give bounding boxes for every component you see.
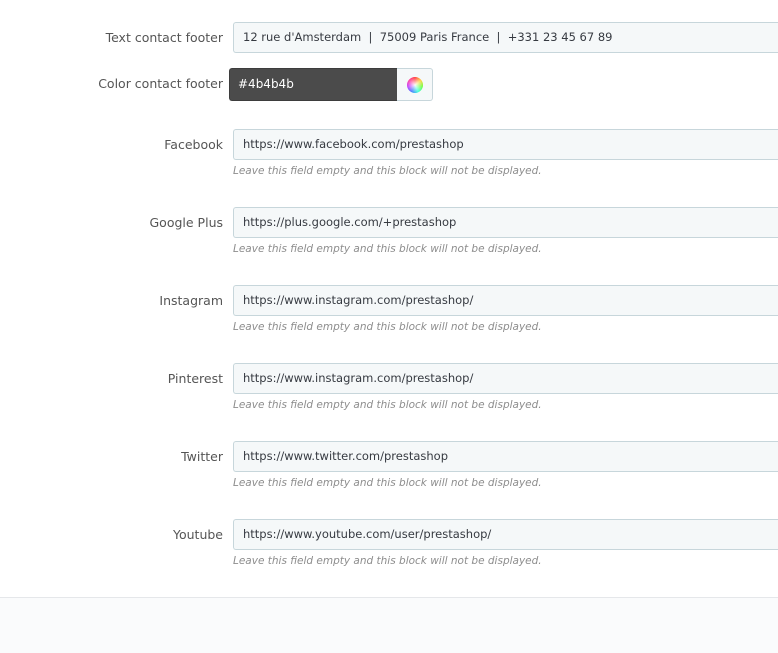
instagram-url-input[interactable]: https://www.instagram.com/prestashop/ — [233, 285, 778, 316]
google-plus-help-text: Leave this field empty and this block wi… — [233, 243, 542, 255]
color-picker-button[interactable] — [397, 68, 433, 101]
facebook-label: Facebook — [164, 137, 223, 152]
pinterest-label: Pinterest — [167, 371, 223, 386]
facebook-help-text: Leave this field empty and this block wi… — [233, 165, 542, 177]
text-contact-footer-input[interactable]: 12 rue d'Amsterdam | 75009 Paris France … — [233, 22, 778, 53]
panel-footer — [0, 598, 778, 653]
youtube-help-text: Leave this field empty and this block wi… — [233, 555, 542, 567]
color-picker: #4b4b4b — [229, 68, 433, 101]
color-wheel-icon — [406, 76, 423, 93]
pinterest-help-text: Leave this field empty and this block wi… — [233, 399, 542, 411]
google-plus-url-input[interactable]: https://plus.google.com/+prestashop — [233, 207, 778, 238]
facebook-url-input[interactable]: https://www.facebook.com/prestashop — [233, 129, 778, 160]
instagram-help-text: Leave this field empty and this block wi… — [233, 321, 542, 333]
instagram-label: Instagram — [159, 293, 223, 308]
twitter-url-input[interactable]: https://www.twitter.com/prestashop — [233, 441, 778, 472]
color-contact-footer-label: Color contact footer — [98, 76, 223, 91]
google-plus-label: Google Plus — [149, 215, 224, 230]
color-contact-footer-input[interactable]: #4b4b4b — [229, 68, 397, 101]
footer-settings-form: Text contact footer 12 rue d'Amsterdam |… — [0, 0, 778, 598]
pinterest-url-input[interactable]: https://www.instagram.com/prestashop/ — [233, 363, 778, 394]
youtube-url-input[interactable]: https://www.youtube.com/user/prestashop/ — [233, 519, 778, 550]
text-contact-footer-label: Text contact footer — [105, 30, 223, 45]
twitter-label: Twitter — [181, 449, 223, 464]
twitter-help-text: Leave this field empty and this block wi… — [233, 477, 542, 489]
youtube-label: Youtube — [173, 527, 223, 542]
